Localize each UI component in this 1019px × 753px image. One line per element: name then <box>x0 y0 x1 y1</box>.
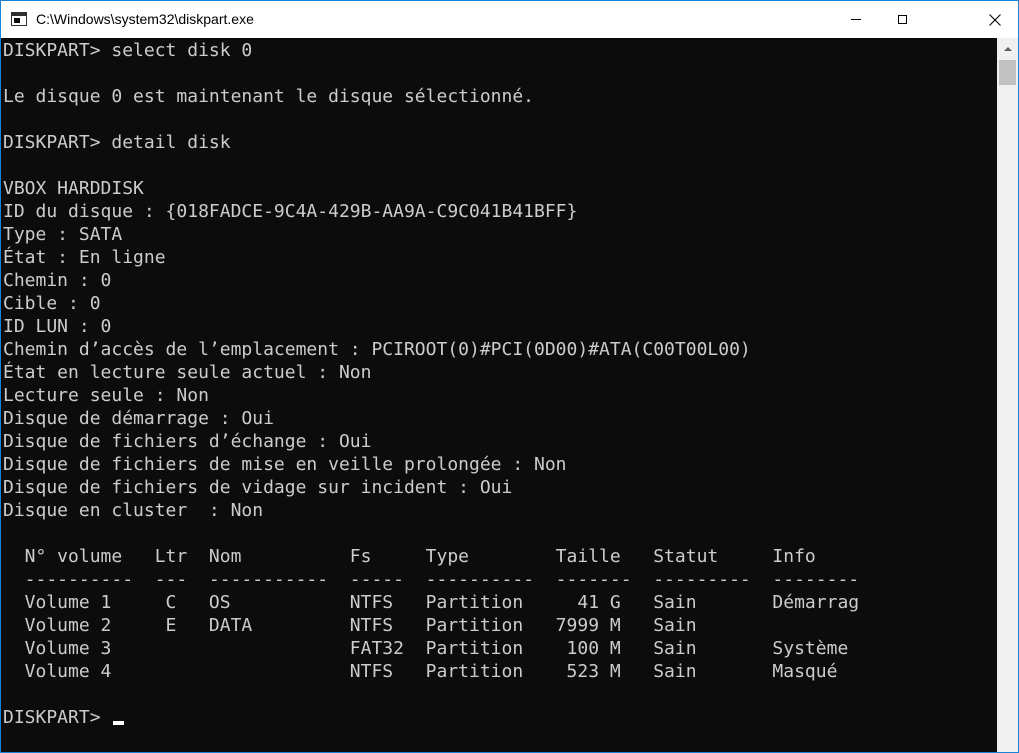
console-line: Volume 4 NTFS Partition 523 M Sain Masqu… <box>3 660 859 683</box>
console-line: Volume 2 E DATA NTFS Partition 7999 M Sa… <box>3 614 859 637</box>
minimize-icon <box>851 19 861 20</box>
vertical-scrollbar[interactable] <box>997 38 1018 752</box>
console-line: Type : SATA <box>3 223 859 246</box>
console-line-text: Cible : 0 <box>3 293 101 314</box>
console-line-text: Lecture seule : Non <box>3 385 209 406</box>
console-line-text: Chemin d’accès de l’emplacement : PCIROO… <box>3 339 751 360</box>
console-line-text: Type : SATA <box>3 224 123 245</box>
console-line-text: Volume 3 FAT32 Partition 100 M Sain Syst… <box>3 638 849 659</box>
console-line: DISKPART> detail disk <box>3 131 859 154</box>
console-line-text: Chemin : 0 <box>3 270 112 291</box>
console-text-area[interactable]: DISKPART> select disk 0 Le disque 0 est m… <box>3 39 859 729</box>
console-line: VBOX HARDDISK <box>3 177 859 200</box>
console-line-text: Disque de démarrage : Oui <box>3 408 274 429</box>
console-line-text: État en lecture seule actuel : Non <box>3 362 372 383</box>
scroll-up-button[interactable] <box>997 38 1018 59</box>
console-line-text: État : En ligne <box>3 247 166 268</box>
console-line: DISKPART> select disk 0 <box>3 39 859 62</box>
minimize-button[interactable] <box>833 1 879 38</box>
console-line: Volume 3 FAT32 Partition 100 M Sain Syst… <box>3 637 859 660</box>
console-line: ID LUN : 0 <box>3 315 859 338</box>
scroll-thumb[interactable] <box>999 60 1016 85</box>
console-line: Disque de démarrage : Oui <box>3 407 859 430</box>
chevron-up-icon <box>1003 46 1012 51</box>
console-output[interactable]: DISKPART> select disk 0 Le disque 0 est m… <box>1 38 997 752</box>
console-line-text: N° volume Ltr Nom Fs Type Taille Statut … <box>3 546 816 567</box>
console-icon[interactable] <box>11 12 27 26</box>
console-line: Cible : 0 <box>3 292 859 315</box>
console-line: Disque de fichiers d’échange : Oui <box>3 430 859 453</box>
console-line: Chemin : 0 <box>3 269 859 292</box>
console-line-text: DISKPART> <box>3 707 112 728</box>
console-line: Volume 1 C OS NTFS Partition 41 G Sain D… <box>3 591 859 614</box>
console-line: DISKPART> <box>3 706 859 729</box>
close-button[interactable] <box>971 1 1018 38</box>
console-line-text: Disque en cluster : Non <box>3 500 264 521</box>
console-line: Chemin d’accès de l’emplacement : PCIROO… <box>3 338 859 361</box>
console-line-text: Disque de fichiers de mise en veille pro… <box>3 454 567 475</box>
console-line-text: ID LUN : 0 <box>3 316 112 337</box>
console-line: Le disque 0 est maintenant le disque sél… <box>3 85 859 108</box>
console-line-text: Disque de fichiers de vidage sur inciden… <box>3 477 513 498</box>
maximize-icon <box>897 15 907 24</box>
console-line-text: ---------- --- ----------- ----- -------… <box>3 569 860 590</box>
console-line: Lecture seule : Non <box>3 384 859 407</box>
console-line: État en lecture seule actuel : Non <box>3 361 859 384</box>
text-cursor <box>113 721 125 725</box>
console-line-text: Volume 2 E DATA NTFS Partition 7999 M Sa… <box>3 615 697 636</box>
console-line-text: Le disque 0 est maintenant le disque sél… <box>3 86 535 107</box>
console-line: Disque en cluster : Non <box>3 499 859 522</box>
console-line-text: Volume 4 NTFS Partition 523 M Sain Masqu… <box>3 661 838 682</box>
console-line-text: DISKPART> detail disk <box>3 132 231 153</box>
console-line-text: Disque de fichiers d’échange : Oui <box>3 431 372 452</box>
console-line: ID du disque : {018FADCE-9C4A-429B-AA9A-… <box>3 200 859 223</box>
console-line-text: VBOX HARDDISK <box>3 178 144 199</box>
console-window: C:\Windows\system32\diskpart.exe DISKPAR… <box>0 0 1019 753</box>
window-title: C:\Windows\system32\diskpart.exe <box>36 11 254 27</box>
console-line-text: DISKPART> select disk 0 <box>3 40 253 61</box>
console-line: Disque de fichiers de mise en veille pro… <box>3 453 859 476</box>
maximize-button[interactable] <box>879 1 925 38</box>
title-bar[interactable]: C:\Windows\system32\diskpart.exe <box>1 1 1018 38</box>
console-line: ---------- --- ----------- ----- -------… <box>3 568 859 591</box>
console-line: N° volume Ltr Nom Fs Type Taille Statut … <box>3 545 859 568</box>
console-line-text: ID du disque : {018FADCE-9C4A-429B-AA9A-… <box>3 201 578 222</box>
console-line: État : En ligne <box>3 246 859 269</box>
console-line-text: Volume 1 C OS NTFS Partition 41 G Sain D… <box>3 592 860 613</box>
console-line: Disque de fichiers de vidage sur inciden… <box>3 476 859 499</box>
close-icon <box>988 13 1001 26</box>
